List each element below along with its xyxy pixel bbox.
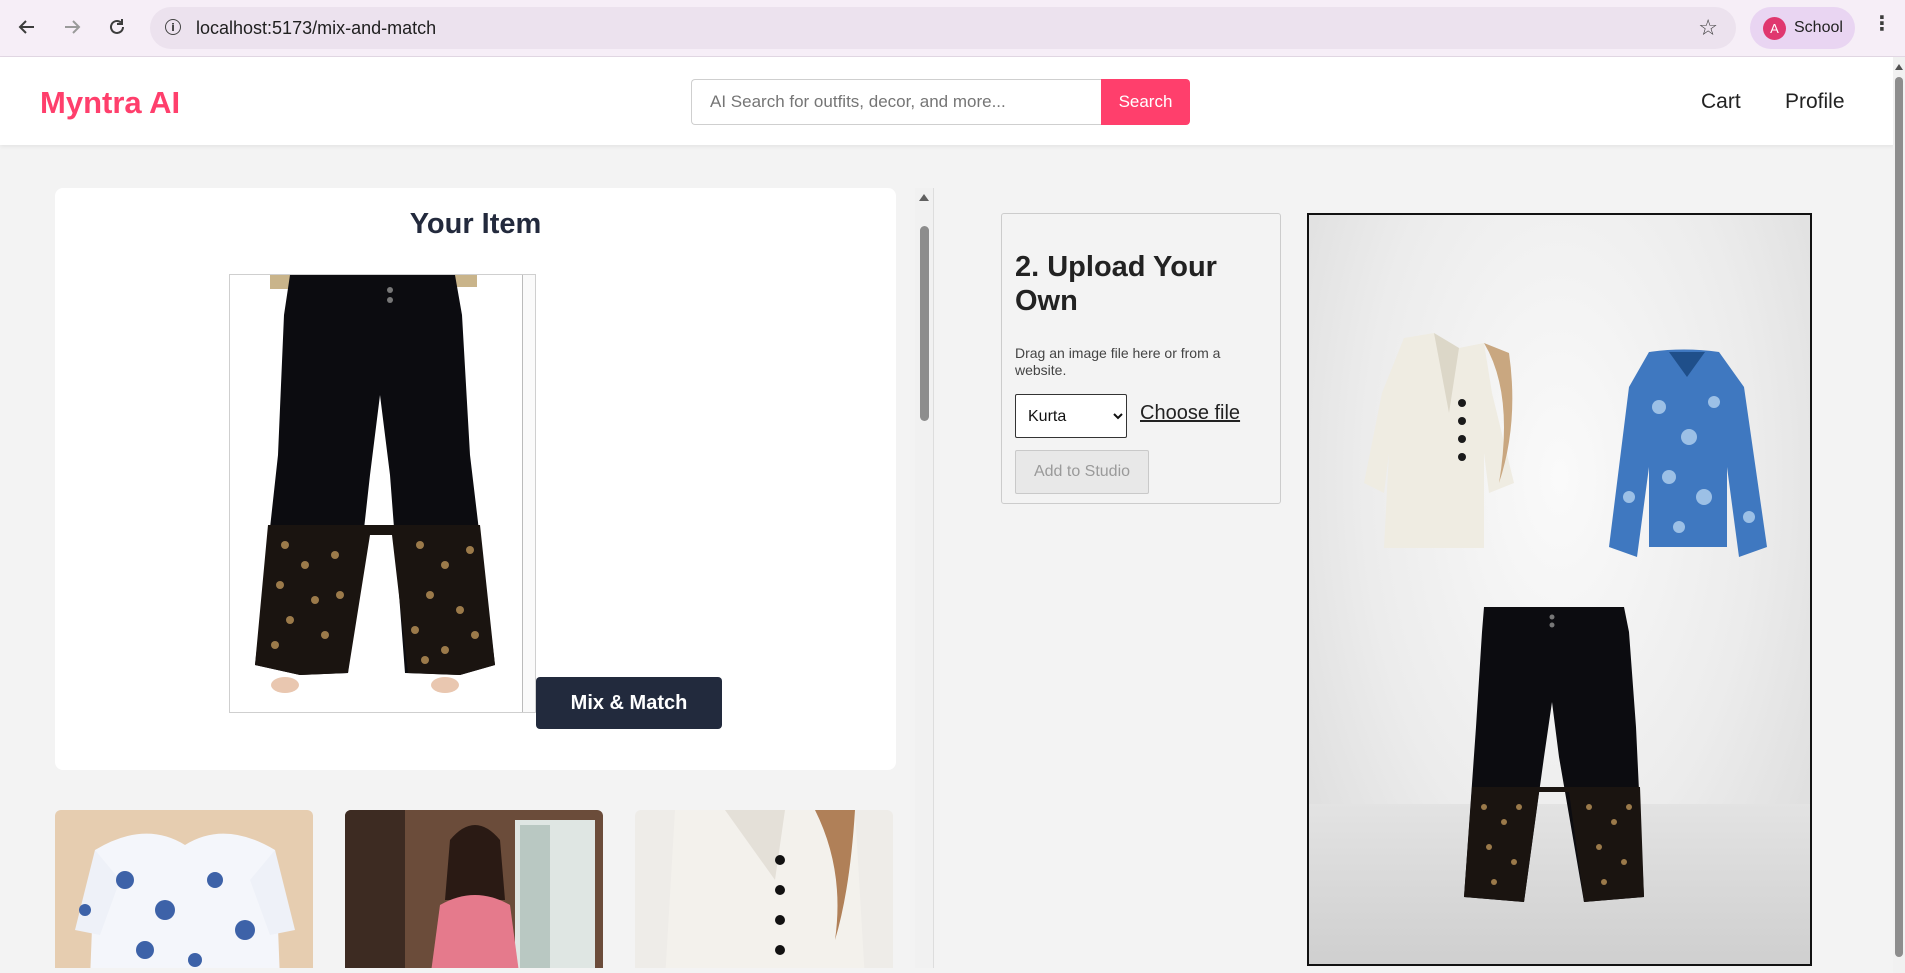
search-input[interactable] bbox=[691, 79, 1101, 125]
back-icon[interactable] bbox=[12, 12, 42, 42]
card-title: Your Item bbox=[409, 208, 542, 240]
palazzo-pants-image bbox=[230, 275, 535, 712]
profile-name: School bbox=[1794, 19, 1843, 36]
mix-studio-canvas[interactable] bbox=[1307, 213, 1812, 966]
upload-panel[interactable]: 2. Upload Your Own Drag an image file he… bbox=[1001, 213, 1281, 504]
browser-profile-button[interactable]: A School bbox=[1750, 7, 1855, 49]
browser-toolbar: i localhost:5173/mix-and-match ☆ A Schoo… bbox=[0, 0, 1905, 57]
brand-logo[interactable]: Myntra AI bbox=[40, 85, 180, 121]
browser-menu-icon[interactable]: ⋮ bbox=[1872, 14, 1892, 34]
blue-printed-shirt-item[interactable] bbox=[1609, 347, 1767, 569]
image-edge bbox=[522, 275, 535, 712]
add-to-studio-button[interactable]: Add to Studio bbox=[1015, 450, 1149, 494]
mix-and-match-button[interactable]: Mix & Match bbox=[536, 677, 722, 729]
recommendation-thumbnail[interactable] bbox=[55, 810, 313, 968]
page-scrollbar-thumb[interactable] bbox=[1895, 77, 1903, 957]
white-kurta-item[interactable] bbox=[1364, 333, 1524, 555]
recommendation-thumbnail[interactable] bbox=[635, 810, 893, 968]
floral-top-image bbox=[55, 810, 313, 968]
nav-cart[interactable]: Cart bbox=[1701, 90, 1741, 114]
item-panel: Your Item Mix & Match bbox=[0, 145, 935, 968]
upload-description: Drag an image file here or from a websit… bbox=[1015, 345, 1221, 378]
scrollbar-thumb[interactable] bbox=[920, 226, 929, 421]
url-text: localhost:5173/mix-and-match bbox=[196, 18, 437, 38]
woman-pink-top-image bbox=[345, 810, 603, 968]
choose-file-button[interactable]: Choose file bbox=[1140, 402, 1240, 425]
black-palazzo-pants-item[interactable] bbox=[1464, 607, 1644, 907]
site-info-icon[interactable]: i bbox=[165, 19, 181, 35]
page-scrollbar[interactable] bbox=[1893, 57, 1905, 973]
scroll-up-arrow-icon[interactable] bbox=[919, 194, 929, 201]
bookmark-star-icon[interactable]: ☆ bbox=[1698, 15, 1718, 41]
forward-icon[interactable] bbox=[57, 12, 87, 42]
your-item-card: Your Item Mix & Match bbox=[55, 188, 896, 770]
upload-title: 2. Upload Your Own bbox=[1015, 251, 1217, 317]
item-image bbox=[229, 274, 536, 713]
address-bar[interactable]: i localhost:5173/mix-and-match ☆ bbox=[150, 7, 1736, 49]
recommendation-thumbnail[interactable] bbox=[345, 810, 603, 968]
app-header: Myntra AI Search Cart Profile bbox=[0, 57, 1895, 145]
nav-profile[interactable]: Profile bbox=[1785, 90, 1845, 114]
reload-icon[interactable] bbox=[102, 12, 132, 42]
item-type-select[interactable]: Kurta bbox=[1015, 394, 1127, 438]
page-scroll-up-icon[interactable] bbox=[1895, 64, 1903, 70]
left-panel-scrollbar[interactable] bbox=[915, 188, 934, 968]
white-kurta-image bbox=[635, 810, 893, 968]
avatar: A bbox=[1763, 17, 1786, 40]
search-button[interactable]: Search bbox=[1101, 79, 1190, 125]
